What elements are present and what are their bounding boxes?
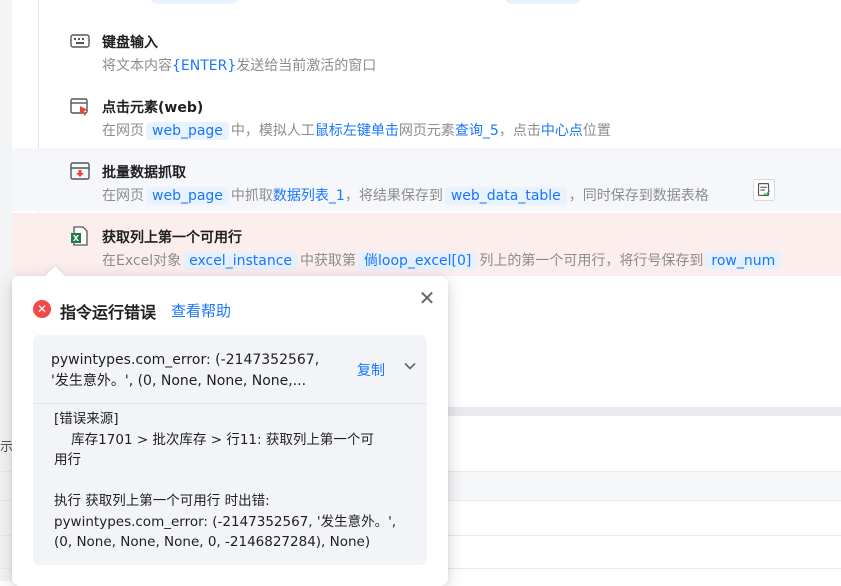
error-summary: pywintypes.com_error: (-2147352567, '发生意… <box>51 352 320 389</box>
chevron-down-icon[interactable] <box>403 359 417 373</box>
text-content-param[interactable]: {ENTER} <box>172 58 236 74</box>
svg-text:X: X <box>73 234 80 243</box>
command-row-get-first-available-row[interactable]: X 获取列上第一个可用行 在Excel对象 excel_instance 中获取第倘… <box>12 213 841 276</box>
element-param[interactable]: 查询_5 <box>455 123 499 139</box>
popover-title: 指令运行错误 <box>60 303 157 322</box>
command-description: 将文本内容{ENTER}发送给当前激活的窗口 <box>102 58 377 74</box>
command-description: 在网页 web_page 中抓取数据列表_1，将结果保存到 web_data_tabl… <box>102 187 709 205</box>
command-title: 点击元素(web) <box>102 100 204 116</box>
copy-button[interactable]: 复制 <box>357 360 385 380</box>
variable-token-web-data-table[interactable]: web_data_table <box>444 187 567 205</box>
click-element-icon <box>70 98 88 116</box>
divider <box>33 403 427 404</box>
command-row-batch-scrape[interactable]: 批量数据抓取 在网页 web_page 中抓取数据列表_1，将结果保存到 web_da… <box>12 148 841 211</box>
keyboard-icon <box>70 34 90 48</box>
error-popover: ✕ 指令运行错误 查看帮助 ✕ pywintypes.com_error: (-… <box>12 266 448 586</box>
variable-token-row-num[interactable]: row_num <box>705 252 782 270</box>
error-icon: ✕ <box>33 300 51 318</box>
command-title: 获取列上第一个可用行 <box>102 230 242 246</box>
previous-command-token <box>505 0 581 4</box>
view-help-link[interactable]: 查看帮助 <box>171 300 231 321</box>
command-row-keyboard-input[interactable]: 键盘输入 将文本内容{ENTER}发送给当前激活的窗口 <box>12 18 841 81</box>
error-message-box: pywintypes.com_error: (-2147352567, '发生意… <box>33 335 427 565</box>
command-row-click-element[interactable]: 点击元素(web) 在网页 web_page 中，模拟人工鼠标左键单击网页元素查询_… <box>12 83 841 146</box>
click-position-param[interactable]: 中心点 <box>541 123 583 139</box>
variable-token-loop-excel[interactable]: 倘loop_excel[0] <box>358 252 478 270</box>
close-icon[interactable]: ✕ <box>417 288 437 308</box>
command-title: 批量数据抓取 <box>102 165 186 181</box>
data-list-param[interactable]: 数据列表_1 <box>273 188 345 204</box>
previous-command-token <box>150 0 238 4</box>
data-table-icon[interactable] <box>753 179 775 201</box>
variable-token-web-page[interactable]: web_page <box>146 122 229 140</box>
variable-token-web-page[interactable]: web_page <box>146 187 229 205</box>
command-title: 键盘输入 <box>102 35 158 51</box>
command-description: 在网页 web_page 中，模拟人工鼠标左键单击网页元素查询_5，点击中心点位置 <box>102 122 611 140</box>
click-type-param[interactable]: 鼠标左键单击 <box>315 123 399 139</box>
error-detail-text: [错误来源] 库存1701 > 批次库存 > 行11: 获取列上第一个可 用行 … <box>54 411 397 550</box>
excel-icon: X <box>71 226 88 246</box>
variable-token-excel-instance[interactable]: excel_instance <box>183 252 299 270</box>
command-description: 在Excel对象 excel_instance 中获取第 倘loop_excel[0]… <box>102 250 783 270</box>
left-gutter <box>0 0 12 581</box>
data-scrape-icon <box>70 162 90 180</box>
